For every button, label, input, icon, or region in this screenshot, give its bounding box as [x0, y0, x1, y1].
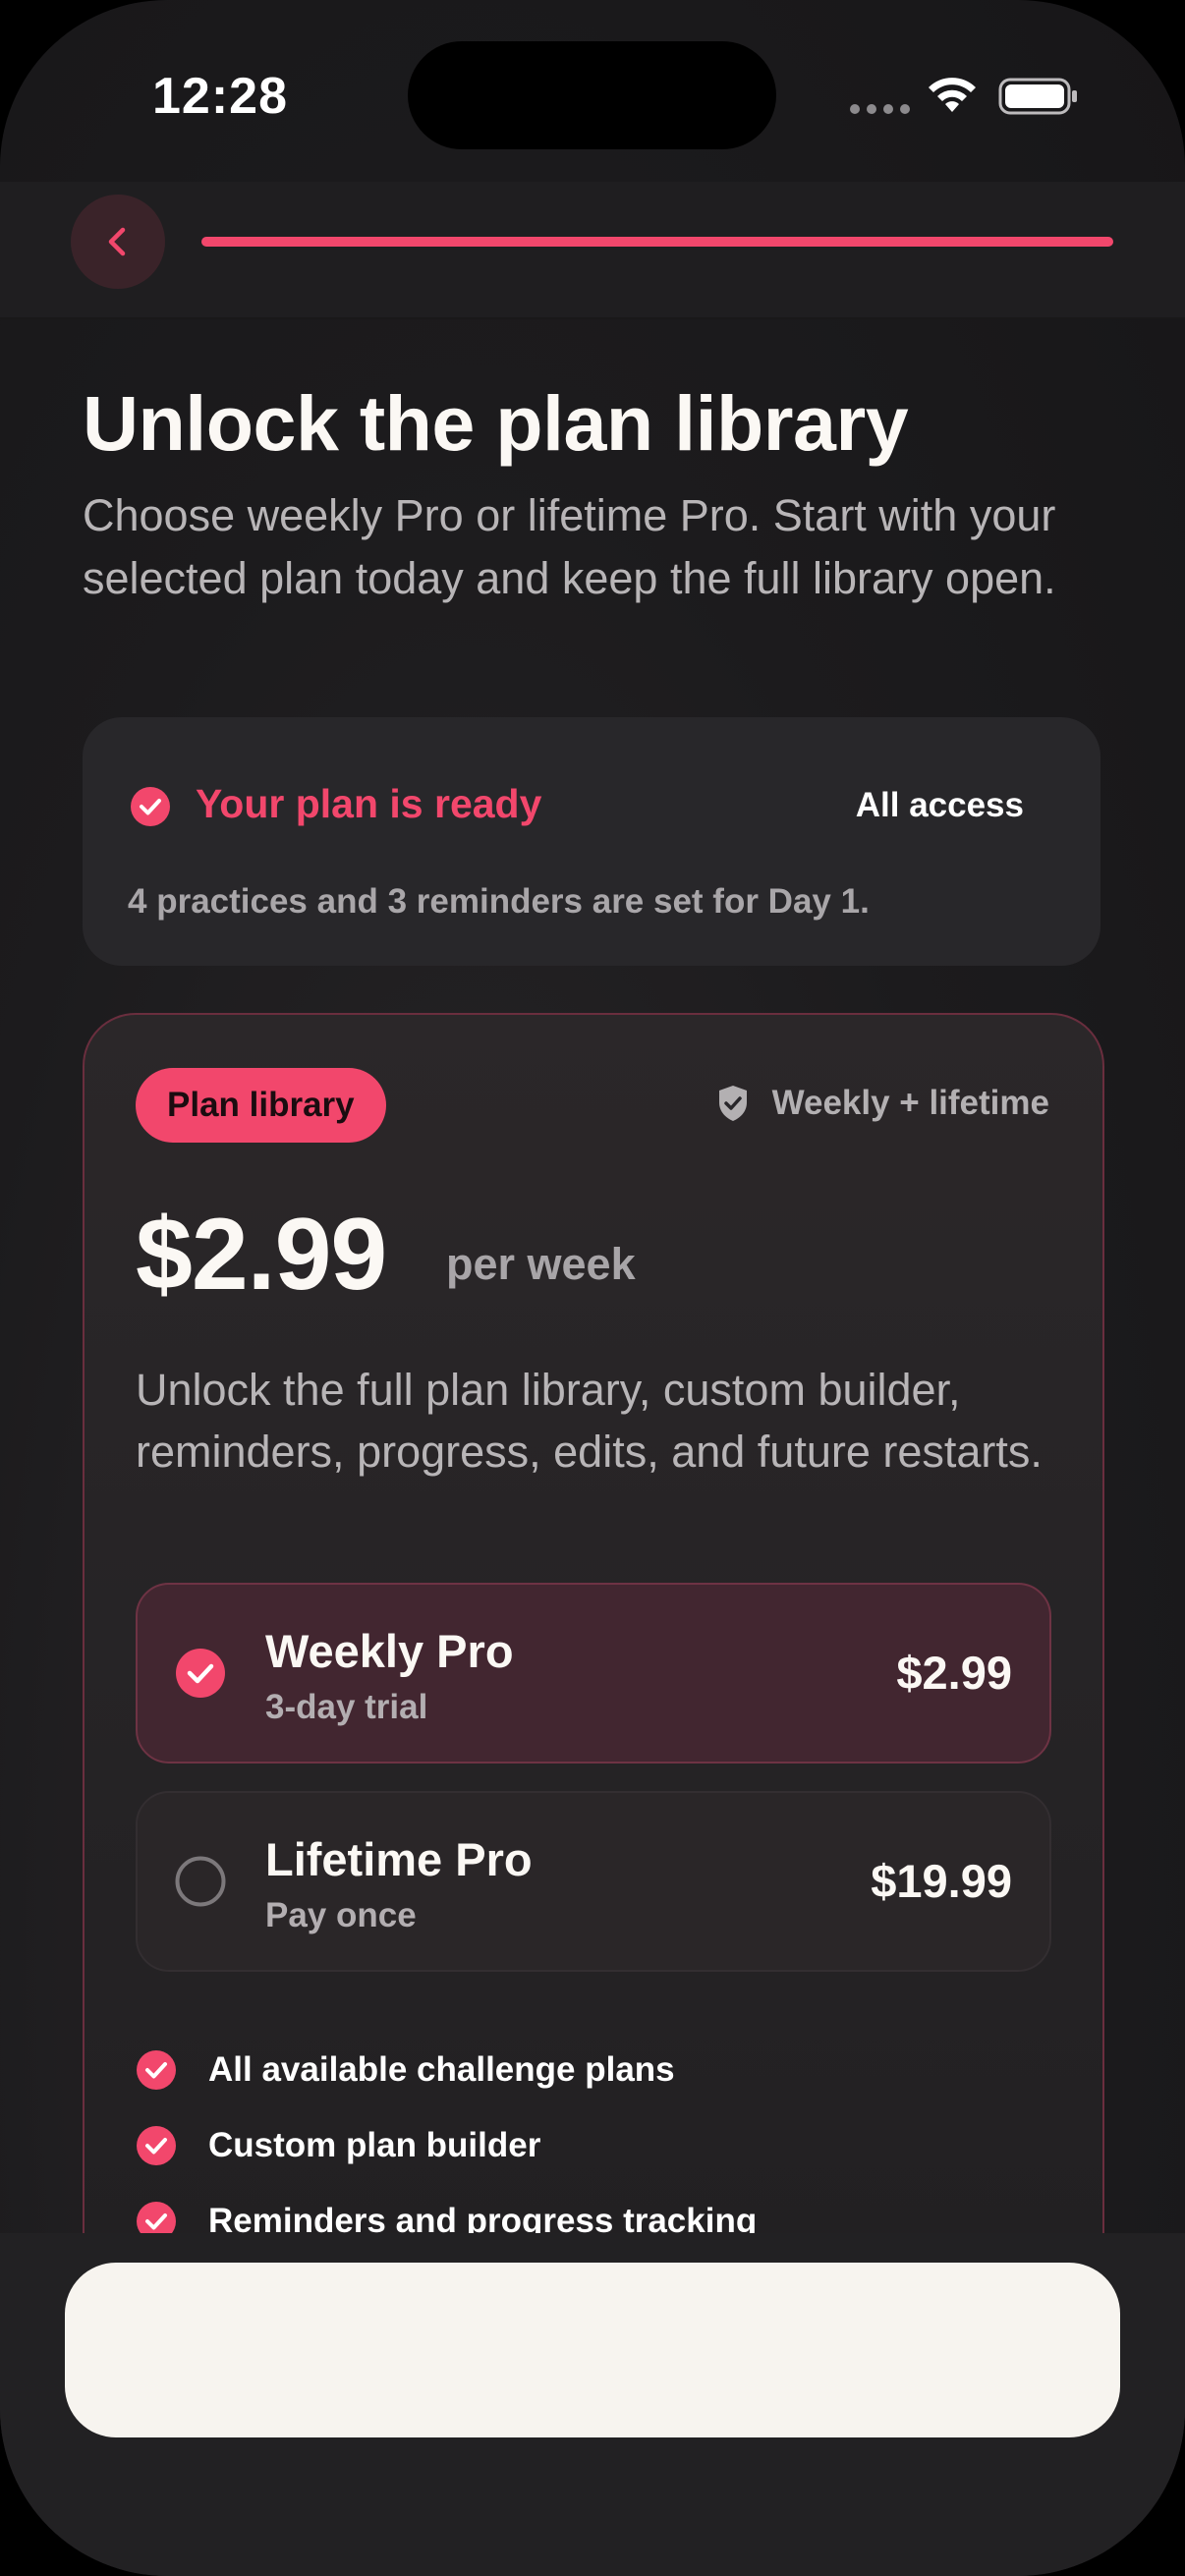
plan-option-subtitle: Pay once	[265, 1896, 417, 1934]
continue-button[interactable]	[65, 2263, 1120, 2437]
page-subtitle: Choose weekly Pro or lifetime Pro. Start…	[83, 490, 1056, 603]
price-period: per week	[446, 1239, 636, 1289]
shield-check-icon	[718, 1086, 747, 1121]
plan-types-text: Weekly + lifetime	[771, 1084, 1049, 1122]
bottom-bar	[0, 2233, 1185, 2576]
back-button[interactable]	[71, 195, 165, 289]
feature-item: Custom plan builder	[136, 2107, 757, 2183]
cellular-signal-icon	[850, 104, 910, 114]
progress-fill	[201, 237, 1113, 247]
status-bar: 12:28	[0, 0, 1185, 196]
phone-screen: 12:28 Unlock the plan library Choose wee…	[0, 0, 1185, 2576]
plan-option-lifetime[interactable]: Lifetime Pro Pay once $19.99	[136, 1791, 1051, 1972]
plan-library-card: Plan library Weekly + lifetime $2.99 per…	[83, 1013, 1104, 2292]
plan-ready-title: Your plan is ready	[196, 781, 542, 826]
plan-description: Unlock the full plan library, custom bui…	[136, 1365, 1043, 1477]
plan-ready-card: Your plan is ready All access 4 practice…	[83, 717, 1100, 966]
plan-option-weekly[interactable]: Weekly Pro 3-day trial $2.99	[136, 1583, 1051, 1764]
check-circle-icon	[137, 2049, 176, 2090]
battery-icon	[998, 78, 1077, 115]
onboarding-progress-bar	[201, 237, 1113, 247]
plan-option-subtitle: 3-day trial	[265, 1688, 428, 1726]
feature-label: All available challenge plans	[208, 2049, 675, 2089]
chevron-left-icon	[108, 227, 126, 256]
page-title: Unlock the plan library	[83, 379, 909, 467]
dynamic-island	[408, 41, 776, 149]
all-access-label: All access	[855, 786, 1024, 824]
radio-checked-icon	[176, 1649, 225, 1698]
headline-price: $2.99	[136, 1198, 387, 1312]
check-circle-icon	[131, 787, 170, 826]
plan-option-price: $19.99	[871, 1855, 1012, 1907]
check-circle-icon	[137, 2125, 176, 2165]
feature-label: Custom plan builder	[208, 2125, 541, 2164]
plan-types-label: Weekly + lifetime	[717, 1084, 1049, 1123]
plan-option-name: Weekly Pro	[265, 1625, 514, 1677]
radio-unchecked-icon	[175, 1856, 226, 1907]
feature-list: All available challenge plans Custom pla…	[136, 2032, 757, 2259]
feature-item: All available challenge plans	[136, 2032, 757, 2107]
plan-option-name: Lifetime Pro	[265, 1833, 533, 1885]
status-time: 12:28	[152, 68, 288, 125]
top-nav	[0, 182, 1185, 319]
plan-ready-description: 4 practices and 3 reminders are set for …	[128, 882, 870, 921]
wifi-icon	[929, 78, 976, 112]
plan-option-price: $2.99	[896, 1647, 1012, 1699]
plan-library-badge: Plan library	[136, 1068, 386, 1143]
